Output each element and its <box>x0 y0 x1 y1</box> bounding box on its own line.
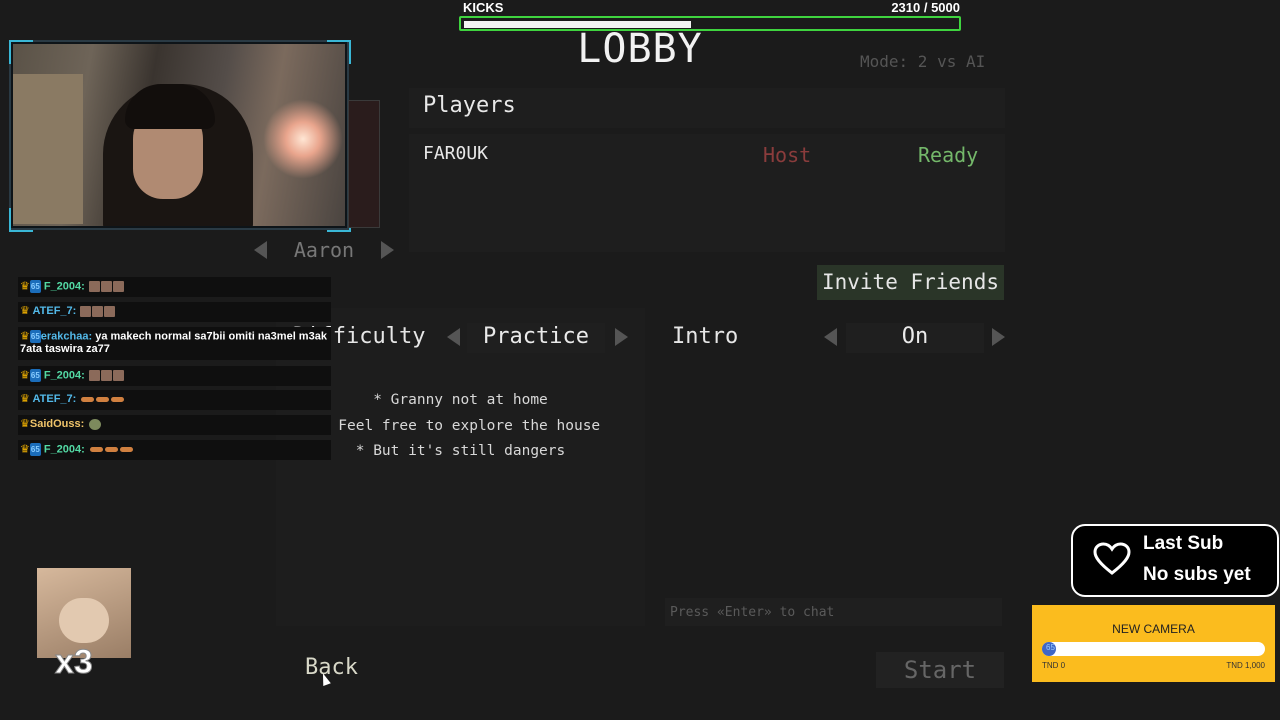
crown-icon: ♛ <box>20 369 30 382</box>
intro-next-arrow-icon[interactable] <box>992 328 1005 346</box>
crown-icon: ♛ <box>20 305 30 317</box>
goal-progress-bar: 65 <box>1042 642 1265 656</box>
settings-panel <box>276 308 645 626</box>
webcam-feed <box>13 44 345 226</box>
back-button[interactable]: Back <box>305 655 358 680</box>
crown-icon: ♛ <box>20 418 30 430</box>
emote-icon <box>92 305 104 317</box>
sub-badge-icon: 65 <box>29 330 41 343</box>
emote-icon <box>89 447 103 452</box>
player-status: Ready <box>918 143 979 167</box>
last-sub-value: No subs yet <box>1143 564 1251 585</box>
chat-username: erakchaa: <box>40 330 93 343</box>
chat-message: ♛65 F_2004: <box>18 366 331 386</box>
emote-icon <box>80 305 92 317</box>
intro-value: On <box>901 324 929 349</box>
chat-message: ♛65erakchaa: ya makech normal sa7bii omi… <box>18 327 331 360</box>
last-sub-title: Last Sub <box>1143 533 1224 554</box>
chat-message: ♛65 F_2004: <box>18 277 331 297</box>
sub-badge-icon: 65 <box>29 369 41 382</box>
emote-icon <box>96 396 110 402</box>
goal-max-label: TND 1,000 <box>1226 661 1265 670</box>
chat-message: ♛65 F_2004: <box>18 440 331 460</box>
emote-icon <box>111 396 125 402</box>
chat-username: ATEF_7: <box>32 393 77 405</box>
difficulty-value: Practice <box>483 324 589 349</box>
emote-icon <box>81 396 95 402</box>
difficulty-description-line: * Feel free to explore the house <box>320 418 601 434</box>
emote-icon <box>89 418 102 430</box>
chat-username: ATEF_7: <box>32 305 77 317</box>
frame-corner-icon <box>9 40 33 64</box>
chat-username: F_2004: <box>43 443 85 456</box>
invite-friends-button[interactable]: Invite Friends <box>817 265 1004 300</box>
emote-icon <box>104 447 118 452</box>
chat-input[interactable] <box>665 598 1002 626</box>
emote-icon <box>100 281 112 292</box>
players-title: Players <box>423 93 516 118</box>
emote-icon <box>112 370 124 381</box>
frame-corner-icon <box>327 40 351 64</box>
kicks-count: 2310 / 5000 <box>891 0 960 15</box>
players-list <box>409 134 1005 252</box>
player-name: FAR0UK <box>423 143 489 164</box>
chat-message: ♛ ATEF_7: <box>18 302 331 322</box>
heart-icon <box>1093 542 1131 575</box>
goal-progress-label: 65 <box>1046 643 1055 652</box>
crown-icon: ♛ <box>20 393 30 405</box>
emote-icon <box>112 281 124 292</box>
start-button[interactable]: Start <box>876 652 1004 688</box>
character-next-arrow-icon[interactable] <box>381 241 394 259</box>
chat-username: F_2004: <box>43 369 85 382</box>
difficulty-description-line: * But it's still dangers <box>355 443 566 459</box>
chat-username: F_2004: <box>43 280 85 293</box>
intro-prev-arrow-icon[interactable] <box>824 328 837 346</box>
difficulty-description-line: * Granny not at home <box>373 392 548 408</box>
kicks-label: KICKS <box>463 0 504 15</box>
player-role: Host <box>763 143 812 167</box>
cat-multiplier: x3 <box>55 643 94 682</box>
crown-icon: ♛ <box>20 330 30 343</box>
chat-message: ♛SaidOuss: <box>18 415 331 435</box>
difficulty-next-arrow-icon[interactable] <box>615 328 628 346</box>
chat-message: ♛ ATEF_7: <box>18 390 331 410</box>
intro-label: Intro <box>672 324 739 349</box>
emote-icon <box>100 370 112 381</box>
emote-icon <box>119 447 133 452</box>
character-name: Aaron <box>293 238 355 262</box>
crown-icon: ♛ <box>20 280 30 293</box>
character-preview <box>348 100 380 228</box>
goal-title: NEW CAMERA <box>1112 622 1195 636</box>
mode-label: Mode: 2 vs AI <box>860 52 986 71</box>
chat-username: SaidOuss: <box>29 418 85 430</box>
character-prev-arrow-icon[interactable] <box>254 241 267 259</box>
lobby-title: LOBBY <box>577 26 703 72</box>
sub-badge-icon: 65 <box>29 280 41 293</box>
emote-icon <box>104 305 116 317</box>
goal-min-label: TND 0 <box>1042 661 1066 670</box>
emote-icon <box>88 281 100 292</box>
frame-corner-icon <box>9 208 33 232</box>
emote-icon <box>88 370 100 381</box>
sub-badge-icon: 65 <box>29 443 41 456</box>
difficulty-prev-arrow-icon[interactable] <box>447 328 460 346</box>
crown-icon: ♛ <box>20 443 30 456</box>
